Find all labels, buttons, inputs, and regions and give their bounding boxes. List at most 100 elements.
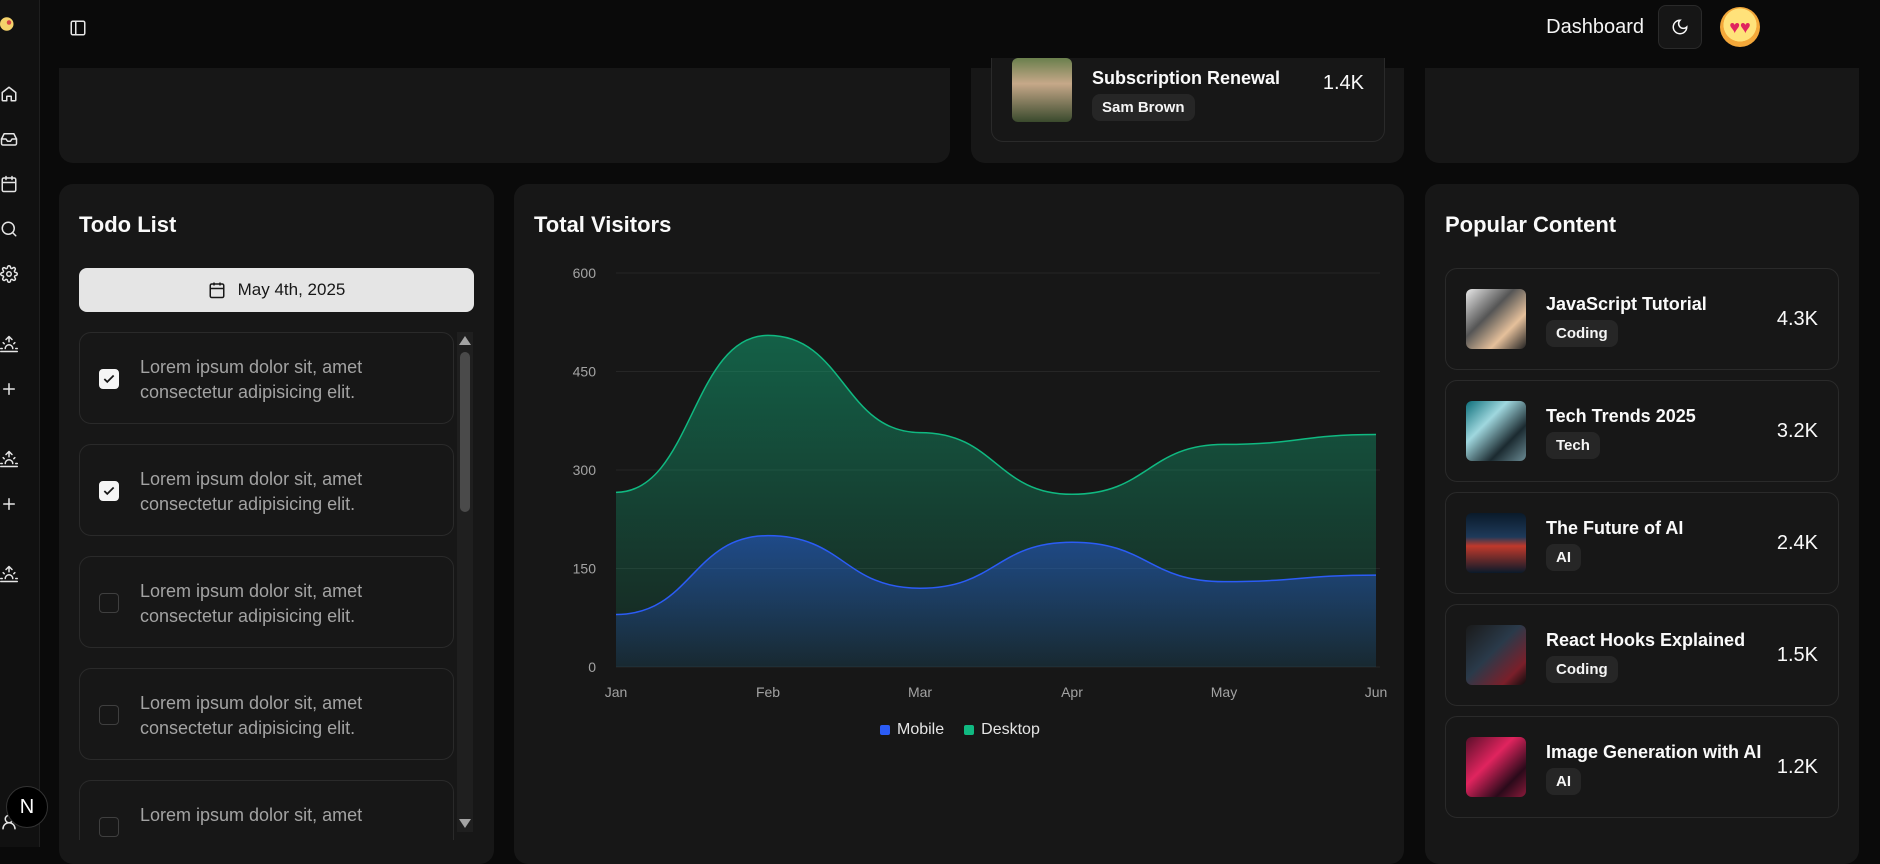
x-tick-label: Feb [756,684,780,700]
scroll-up-arrow[interactable] [459,336,471,345]
todo-item[interactable]: Lorem ipsum dolor sit, amet consectetur … [79,668,454,760]
content-title: React Hooks Explained [1546,630,1746,650]
page-title: Dashboard [1546,16,1644,38]
x-tick-label: May [1211,684,1237,700]
popular-title: Popular Content [1445,212,1617,237]
check-icon [103,374,115,384]
calendar-icon[interactable] [0,174,20,194]
sunrise-icon[interactable] [0,564,20,584]
content-tag-badge: AI [1546,768,1581,795]
todo-text: Lorem ipsum dolor sit, amet [140,805,363,825]
popular-item[interactable]: JavaScript Tutorial Coding 4.3K [1445,268,1839,370]
content-views: 1.5K [1776,644,1818,666]
content-thumbnail [1466,289,1526,349]
heart-eyes-icon: ♥♥ [1729,16,1751,37]
content-thumbnail [1466,513,1526,573]
todo-item[interactable]: Lorem ipsum dolor sit, amet [79,780,454,840]
content-title: The Future of AI [1546,518,1684,538]
todo-checkbox[interactable] [99,593,119,613]
content-tag-badge: Tech [1546,432,1600,459]
subscription-value: 1.4K [1322,72,1364,94]
panel-left-icon [70,20,86,36]
content-thumbnail [1466,625,1526,685]
popular-item[interactable]: Image Generation with AI AI 1.2K [1445,716,1839,818]
content-title: Image Generation with AI [1546,742,1762,762]
todo-checkbox[interactable] [99,369,119,389]
visitors-chart: 0 150 300 450 600 Jan Feb Mar Apr May Jun [573,265,1388,700]
top-bar: Dashboard ♥♥ [40,0,1880,68]
todo-text: Lorem ipsum dolor sit, amet consectetur … [140,469,363,514]
content-thumbnail [1466,401,1526,461]
top-right-card [1425,68,1859,163]
sidebar-toggle-button[interactable] [66,16,90,40]
search-icon[interactable] [0,219,20,239]
top-middle-card: Subscription Renewal Sam Brown 1.4K [971,58,1404,163]
date-label: May 4th, 2025 [237,280,346,299]
check-icon [103,486,115,496]
home-icon[interactable] [0,84,20,104]
todo-text: Lorem ipsum dolor sit, amet consectetur … [140,693,363,738]
sunrise-icon[interactable] [0,334,20,354]
popular-item[interactable]: The Future of AI AI 2.4K [1445,492,1839,594]
content-thumbnail [1466,737,1526,797]
todo-scrollbar[interactable] [457,332,473,832]
subscription-item[interactable]: Subscription Renewal Sam Brown 1.4K [991,58,1385,142]
y-tick-label: 600 [573,265,597,281]
content-tag-badge: Coding [1546,656,1618,683]
x-tick-label: Jun [1365,684,1388,700]
content-tag-badge: Coding [1546,320,1618,347]
legend-desktop[interactable]: Desktop [964,721,1040,739]
inbox-icon[interactable] [0,129,20,149]
content-views: 1.2K [1776,756,1818,778]
next-dev-badge[interactable]: N [6,786,48,828]
avatar[interactable]: ♥♥ [1720,7,1760,47]
x-tick-label: Jan [605,684,628,700]
y-tick-label: 450 [573,364,597,380]
scroll-thumb[interactable] [460,352,470,512]
todo-checkbox[interactable] [99,481,119,501]
content-views: 2.4K [1776,532,1818,554]
y-tick-label: 300 [573,462,597,478]
todo-checkbox[interactable] [99,705,119,725]
content-views: 4.3K [1776,308,1818,330]
popular-card: Popular Content JavaScript Tutorial Codin… [1425,184,1859,864]
todo-item[interactable]: Lorem ipsum dolor sit, amet consectetur … [79,556,454,648]
todo-item[interactable]: Lorem ipsum dolor sit, amet consectetur … [79,332,454,424]
top-left-card [59,68,950,163]
chart-legend: Mobile Desktop [880,721,1040,739]
todo-checkbox[interactable] [99,817,119,837]
plus-icon[interactable] [0,379,20,399]
todo-text: Lorem ipsum dolor sit, amet consectetur … [140,581,363,626]
content-tag-badge: AI [1546,544,1581,571]
legend-mobile-label: Mobile [897,721,945,738]
todo-card: Todo List May 4th, 2025 Lorem ipsum dolo… [59,184,494,864]
visitors-title: Total Visitors [534,212,672,237]
desktop-swatch [964,725,975,735]
legend-desktop-label: Desktop [981,721,1040,738]
y-tick-label: 0 [588,659,596,675]
calendar-icon [209,282,225,299]
settings-icon[interactable] [0,264,20,284]
moon-icon [1672,19,1688,35]
mobile-swatch [880,725,890,735]
scroll-down-arrow[interactable] [459,819,471,828]
date-picker-button[interactable]: May 4th, 2025 [79,268,474,312]
todo-text: Lorem ipsum dolor sit, amet consectetur … [140,357,363,402]
legend-mobile[interactable]: Mobile [880,721,944,739]
x-tick-label: Mar [908,684,932,700]
sunrise-icon[interactable] [0,449,20,469]
x-tick-label: Apr [1061,684,1083,700]
sam-brown-photo [1012,58,1072,122]
todo-item[interactable]: Lorem ipsum dolor sit, amet consectetur … [79,444,454,536]
content-title: JavaScript Tutorial [1546,294,1707,314]
popular-item[interactable]: Tech Trends 2025 Tech 3.2K [1445,380,1839,482]
sidebar [0,0,40,847]
content-views: 3.2K [1776,420,1818,442]
visitors-card: Total Visitors 0 150 300 450 600 Jan Feb Mar Apr… [514,184,1404,864]
plus-icon[interactable] [0,494,20,514]
y-tick-label: 150 [573,561,597,577]
popular-item[interactable]: React Hooks Explained Coding 1.5K [1445,604,1839,706]
theme-toggle-button[interactable] [1658,5,1702,49]
subscription-title: Subscription Renewal [1092,68,1281,88]
logo-icon[interactable] [0,14,20,34]
